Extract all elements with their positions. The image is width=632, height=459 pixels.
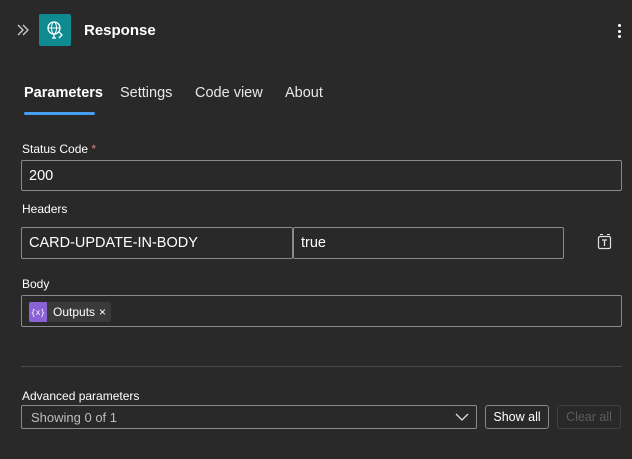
response-action-panel: Response Parameters Settings Code view A… [0, 0, 632, 459]
more-vertical-icon[interactable] [612, 22, 626, 40]
tab-parameters[interactable]: Parameters [24, 84, 103, 102]
show-all-button[interactable]: Show all [485, 405, 549, 429]
headers-label: Headers [22, 202, 68, 216]
status-code-label-text: Status Code [22, 142, 89, 156]
status-code-input[interactable]: 200 [21, 160, 622, 191]
panel-title: Response [84, 22, 156, 39]
expression-token-icon: {x} [29, 302, 47, 322]
chevron-down-icon [455, 413, 469, 421]
body-input[interactable] [21, 295, 622, 327]
header-value-input[interactable]: true [293, 227, 564, 259]
required-marker: * [91, 142, 97, 156]
double-chevron-right-icon[interactable] [15, 22, 31, 38]
response-globe-icon [39, 14, 71, 46]
tab-code-view[interactable]: Code view [195, 84, 263, 102]
active-tab-indicator [24, 112, 95, 115]
advanced-parameters-dropdown[interactable]: Showing 0 of 1 [21, 405, 477, 429]
text-mode-switch-icon[interactable] [596, 233, 614, 251]
outputs-token[interactable]: {x} Outputs × [29, 302, 112, 322]
status-code-value: 200 [29, 167, 54, 184]
advanced-parameters-value: Showing 0 of 1 [31, 409, 118, 425]
panel-header: Response [0, 0, 632, 62]
outputs-token-label: Outputs [53, 305, 96, 319]
status-code-label: Status Code * [22, 142, 96, 156]
clear-all-button[interactable]: Clear all [557, 405, 621, 429]
body-label: Body [22, 277, 50, 291]
advanced-parameters-label: Advanced parameters [22, 389, 140, 403]
header-value-value: true [301, 235, 326, 251]
header-key-value: CARD-UPDATE-IN-BODY [29, 235, 198, 251]
remove-token-button[interactable]: × [99, 305, 106, 319]
tab-about[interactable]: About [285, 84, 323, 102]
tab-settings[interactable]: Settings [120, 84, 172, 102]
section-divider [21, 366, 622, 367]
header-key-input[interactable]: CARD-UPDATE-IN-BODY [21, 227, 293, 259]
